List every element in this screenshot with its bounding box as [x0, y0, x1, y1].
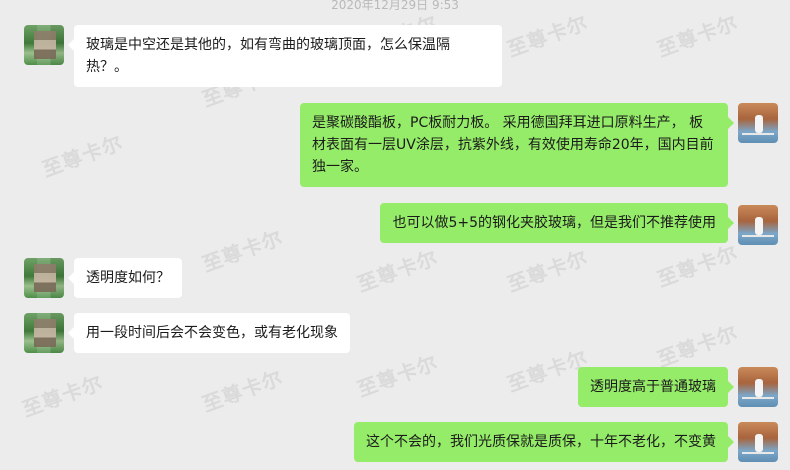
watermark: 至尊卡尔 [353, 245, 442, 297]
peer-avatar[interactable] [24, 25, 64, 65]
message-bubble[interactable]: 这个不会的，我们光质保就是质保，十年不老化，不变黄 [354, 422, 734, 462]
watermark: 至尊卡尔 [653, 320, 742, 372]
watermark: 至尊卡尔 [18, 370, 107, 422]
message-bubble[interactable]: 用一段时间后会不会变色，或有老化现象 [68, 313, 350, 353]
watermark: 至尊卡尔 [198, 225, 287, 277]
self-avatar[interactable] [738, 205, 778, 245]
watermark: 至尊卡尔 [653, 240, 742, 292]
watermark: 至尊卡尔 [503, 10, 592, 62]
self-avatar[interactable] [738, 103, 778, 143]
self-avatar[interactable] [738, 422, 778, 462]
message-bubble[interactable]: 透明度如何？ [68, 258, 182, 298]
peer-avatar[interactable] [24, 313, 64, 353]
message-bubble[interactable]: 是聚碳酸酯板，PC板耐力板。 采用德国拜耳进口原料生产， 板材表面有一层UV涂层… [300, 103, 734, 187]
watermark: 至尊卡尔 [38, 130, 127, 182]
self-avatar[interactable] [738, 367, 778, 407]
watermark: 至尊卡尔 [353, 350, 442, 402]
watermark: 至尊卡尔 [503, 245, 592, 297]
chat-timestamp: 2020年12月29日 9:53 [331, 0, 459, 12]
message-bubble[interactable]: 玻璃是中空还是其他的，如有弯曲的玻璃顶面，怎么保温隔热？。 [68, 25, 502, 87]
message-bubble[interactable]: 透明度高于普通玻璃 [578, 367, 734, 407]
message-bubble[interactable]: 也可以做5+5的钢化夹胶玻璃，但是我们不推荐使用 [380, 203, 734, 243]
watermark: 至尊卡尔 [653, 10, 742, 62]
peer-avatar[interactable] [24, 258, 64, 298]
watermark: 至尊卡尔 [198, 365, 287, 417]
